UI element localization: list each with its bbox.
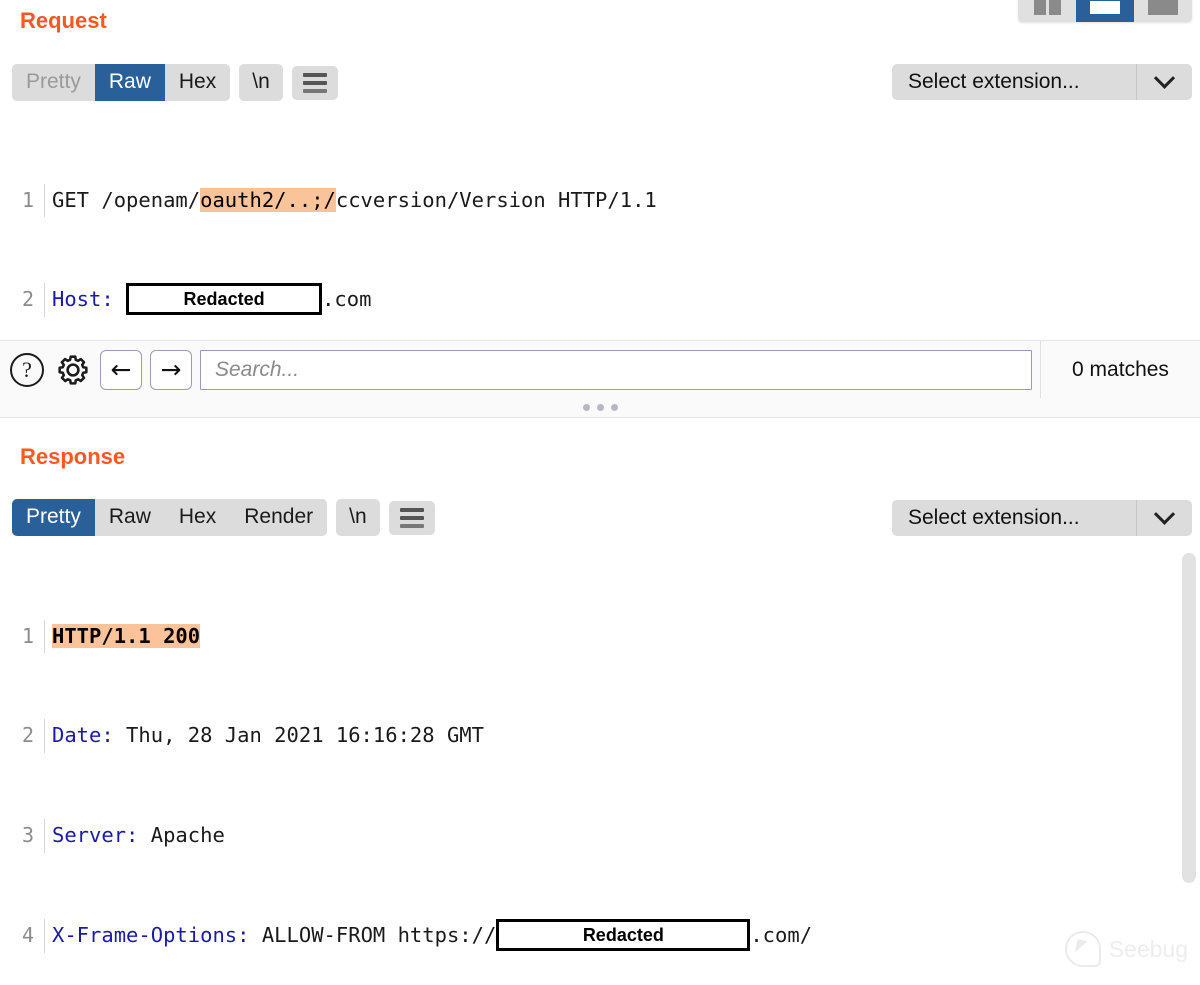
request-search-bar: ? ← → 0 matches (0, 340, 1200, 399)
line-number: 1 (21, 623, 34, 648)
request-newline-button[interactable]: \n (239, 64, 283, 101)
burger-bar-2 (302, 80, 327, 85)
line-number: 2 (21, 723, 34, 748)
response-line-2: 2 Date: Thu, 28 Jan 2021 16:16:28 GMT (0, 719, 1200, 753)
request-extension-label: Select extension... (908, 70, 1080, 93)
line-number: 2 (21, 287, 34, 312)
request-view-tabs: Pretty Raw Hex (12, 64, 231, 101)
request-host-header-name: Host: (52, 287, 114, 312)
request-extension-select[interactable]: Select extension... (892, 64, 1192, 100)
response-newline-button[interactable]: \n (336, 499, 380, 536)
request-path-traversal-highlight: oauth2/..;/ (200, 187, 336, 212)
question-mark-icon[interactable]: ? (8, 351, 46, 389)
request-menu-icon[interactable] (291, 65, 338, 100)
layout-button-vertical-split[interactable] (1018, 0, 1076, 22)
response-body-editor[interactable]: 1 HTTP/1.1 200 2 Date: Thu, 28 Jan 2021 … (0, 553, 1200, 985)
response-tab-pretty[interactable]: Pretty (12, 499, 95, 536)
drag-dot-1 (582, 404, 590, 411)
seebug-logo-icon (1064, 931, 1101, 967)
line-number: 3 (21, 823, 34, 848)
response-server-value: Apache (138, 823, 225, 848)
response-line-1-text: HTTP/1.1 200 (52, 620, 1200, 653)
request-host-redaction-box: Redacted (126, 283, 323, 316)
request-line-2: 2 Host: Redacted .com (0, 283, 1200, 317)
burp-message-editor: Request Pretty Raw Hex \n Select extensi… (0, 0, 1200, 985)
request-line-2-text: Host: Redacted .com (52, 283, 1200, 316)
single-pane-glyph (1148, 0, 1178, 15)
response-vertical-scrollbar[interactable] (1182, 553, 1196, 936)
response-line-3: 3 Server: Apache (0, 819, 1200, 853)
request-method-path-prefix: GET /openam/ (52, 187, 201, 212)
burger-bar-3 (302, 88, 327, 93)
response-tab-raw[interactable]: Raw (94, 499, 165, 536)
drag-dot-3 (610, 404, 618, 411)
response-xframeoptions-prefix: ALLOW-FROM https:// (249, 923, 497, 948)
request-tab-row: Pretty Raw Hex \n (12, 64, 338, 101)
request-panel-title: Request (20, 8, 107, 33)
request-line-1: 1 GET /openam/oauth2/..;/ccversion/Versi… (0, 183, 1200, 217)
response-menu-icon[interactable] (388, 500, 435, 535)
burger-bar-1 (302, 72, 327, 77)
response-line-4-text: X-Frame-Options: ALLOW-FROM https://Reda… (52, 919, 1200, 952)
response-extension-select[interactable]: Select extension... (892, 500, 1192, 536)
response-server-header-name: Server: (52, 823, 139, 848)
response-date-value: Thu, 28 Jan 2021 16:16:28 GMT (113, 723, 484, 748)
split-glyph-horizontal (1090, 0, 1120, 14)
response-xframeoptions-header-name: X-Frame-Options: (52, 923, 250, 948)
response-xframeoptions-suffix: .com/ (750, 923, 813, 948)
burger-bar-3 (399, 523, 424, 528)
split-glyph-right (1048, 0, 1061, 15)
response-view-tabs: Pretty Raw Hex Render (12, 499, 328, 536)
response-line-4: 4 X-Frame-Options: ALLOW-FROM https://Re… (0, 919, 1200, 953)
search-match-count: 0 matches (1040, 340, 1200, 399)
chevron-down-icon[interactable] (1136, 500, 1192, 536)
burger-bar-2 (399, 515, 424, 520)
seebug-watermark-text: Seebug (1108, 935, 1188, 962)
search-next-button[interactable]: → (150, 349, 192, 390)
response-date-header-name: Date: (52, 723, 114, 748)
gear-icon[interactable] (54, 351, 92, 389)
response-scrollbar-thumb[interactable] (1182, 553, 1196, 883)
seebug-watermark: Seebug (1064, 931, 1188, 967)
response-line-3-text: Server: Apache (52, 819, 1200, 852)
line-number: 4 (21, 923, 34, 948)
request-line-1-text: GET /openam/oauth2/..;/ccversion/Version… (52, 184, 1200, 217)
response-status-line-highlight: HTTP/1.1 200 (52, 623, 201, 648)
request-body-editor[interactable]: 1 GET /openam/oauth2/..;/ccversion/Versi… (0, 117, 1200, 336)
response-extension-label: Select extension... (908, 506, 1080, 529)
request-tab-pretty[interactable]: Pretty (12, 64, 95, 101)
split-glyph-left (1033, 0, 1046, 15)
request-host-suffix: .com (322, 287, 372, 312)
request-tab-raw[interactable]: Raw (94, 64, 165, 101)
search-prev-button[interactable]: ← (100, 349, 142, 390)
response-panel-title: Response (20, 444, 126, 469)
response-tab-render[interactable]: Render (230, 499, 328, 536)
response-domain-redaction-box: Redacted (496, 919, 751, 952)
line-number: 1 (21, 187, 34, 212)
response-tab-row: Pretty Raw Hex Render \n (12, 499, 435, 536)
layout-toggle-group[interactable] (1018, 0, 1192, 22)
search-input[interactable] (200, 349, 1032, 390)
layout-button-horizontal-split[interactable] (1076, 0, 1134, 22)
response-line-2-text: Date: Thu, 28 Jan 2021 16:16:28 GMT (52, 719, 1200, 752)
layout-button-single-pane[interactable] (1134, 0, 1192, 22)
drag-dot-2 (596, 404, 604, 411)
panel-splitter-handle[interactable] (0, 398, 1200, 418)
request-tab-hex[interactable]: Hex (164, 64, 231, 101)
chevron-down-icon[interactable] (1136, 64, 1192, 100)
response-tab-hex[interactable]: Hex (164, 499, 231, 536)
burger-bar-1 (399, 507, 424, 512)
response-line-1: 1 HTTP/1.1 200 (0, 619, 1200, 653)
request-path-suffix: ccversion/Version HTTP/1.1 (335, 187, 657, 212)
